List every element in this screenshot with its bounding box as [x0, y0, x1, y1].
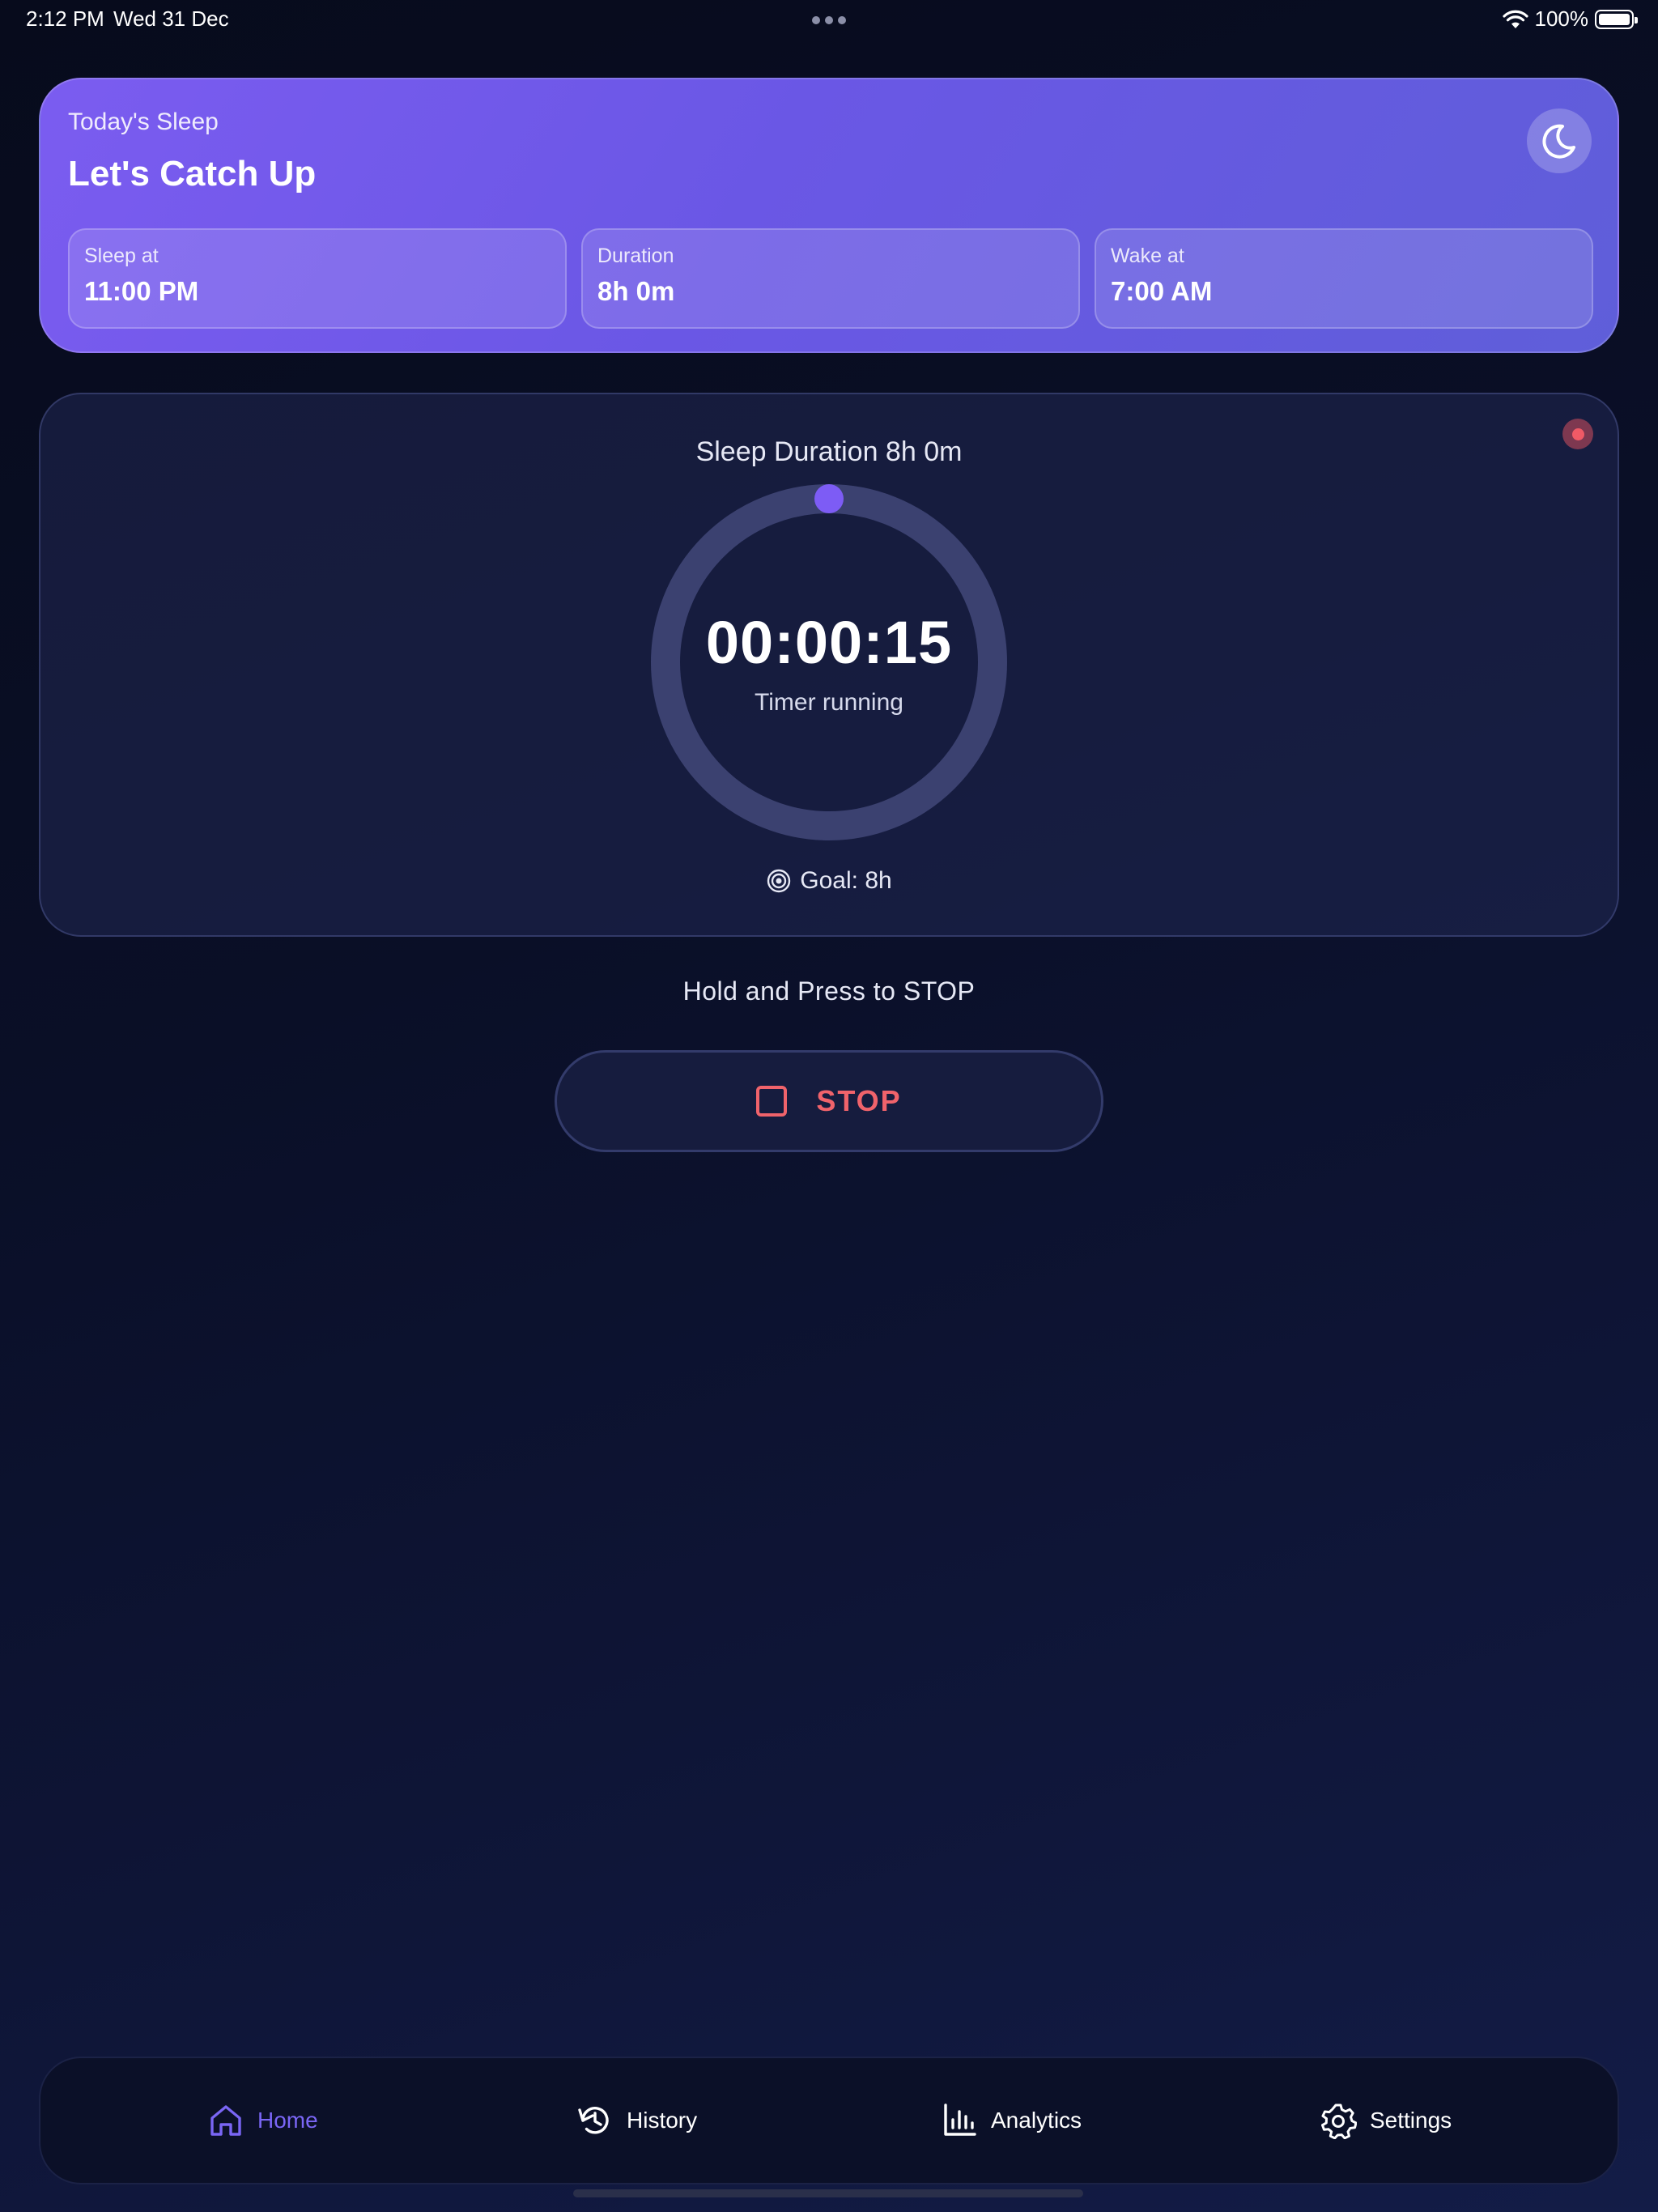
- status-time: 2:12 PM: [26, 6, 104, 31]
- timer-elapsed: 00:00:15: [705, 609, 953, 676]
- moon-icon: [1542, 124, 1575, 159]
- duration-stat: Duration 8h 0m: [581, 228, 1080, 329]
- target-icon: [767, 869, 791, 893]
- nav-item-analytics[interactable]: Analytics: [941, 2058, 1082, 2183]
- sleep-at-stat: Sleep at 11:00 PM: [68, 228, 567, 329]
- card-subtitle: Today's Sleep: [68, 108, 219, 135]
- todays-sleep-card: Today's Sleep Let's Catch Up Sleep at 11…: [39, 78, 1619, 353]
- stop-icon: [756, 1086, 788, 1117]
- home-icon: [210, 2105, 241, 2136]
- timer-card: Sleep Duration 8h 0m 00:00:15 Timer runn…: [39, 393, 1619, 937]
- hold-to-stop-hint: Hold and Press to STOP: [682, 976, 976, 1006]
- goal-row: Goal: 8h: [40, 867, 1618, 895]
- sleep-duration-label: Sleep Duration 8h 0m: [695, 436, 963, 467]
- battery-percentage: 100%: [1534, 6, 1589, 31]
- nav-item-settings[interactable]: Settings: [1320, 2058, 1452, 2183]
- nav-label: Home: [257, 2108, 318, 2133]
- nav-item-home[interactable]: Home: [207, 2058, 318, 2183]
- stat-label: Wake at: [1111, 245, 1184, 267]
- timer-status: Timer running: [755, 689, 903, 716]
- analytics-icon: [944, 2104, 976, 2136]
- settings-icon: [1321, 2104, 1357, 2139]
- card-title: Let's Catch Up: [68, 154, 317, 194]
- nav-item-history[interactable]: History: [576, 2058, 697, 2183]
- stop-button-label: STOP: [816, 1084, 902, 1117]
- wifi-icon: [1502, 10, 1528, 28]
- status-date: Wed 31 Dec: [113, 6, 229, 31]
- status-indicators: 100%: [1502, 6, 1638, 32]
- stat-label: Sleep at: [84, 245, 159, 267]
- multitasking-dots-icon[interactable]: [812, 16, 846, 24]
- nav-label: Analytics: [991, 2108, 1082, 2133]
- stat-label: Duration: [597, 245, 674, 267]
- stat-value: 8h 0m: [597, 276, 675, 306]
- history-icon: [578, 2107, 609, 2134]
- nav-label: Settings: [1370, 2108, 1452, 2133]
- sleep-stats: Sleep at 11:00 PM Duration 8h 0m Wake at…: [68, 228, 1593, 329]
- timer-progress-knob: [814, 484, 844, 513]
- battery-icon: [1595, 9, 1638, 29]
- wake-at-stat: Wake at 7:00 AM: [1095, 228, 1593, 329]
- bottom-nav: Home History Analytics Settings: [39, 2057, 1619, 2184]
- stat-value: 11:00 PM: [84, 276, 199, 306]
- moon-button[interactable]: [1527, 108, 1592, 173]
- nav-label: History: [627, 2108, 698, 2133]
- home-indicator[interactable]: [573, 2189, 1083, 2197]
- goal-text: Goal: 8h: [800, 867, 892, 894]
- status-bar: 2:12 PM Wed 31 Dec 100%: [0, 0, 1658, 39]
- stop-button[interactable]: STOP: [555, 1050, 1103, 1152]
- stat-value: 7:00 AM: [1111, 276, 1213, 306]
